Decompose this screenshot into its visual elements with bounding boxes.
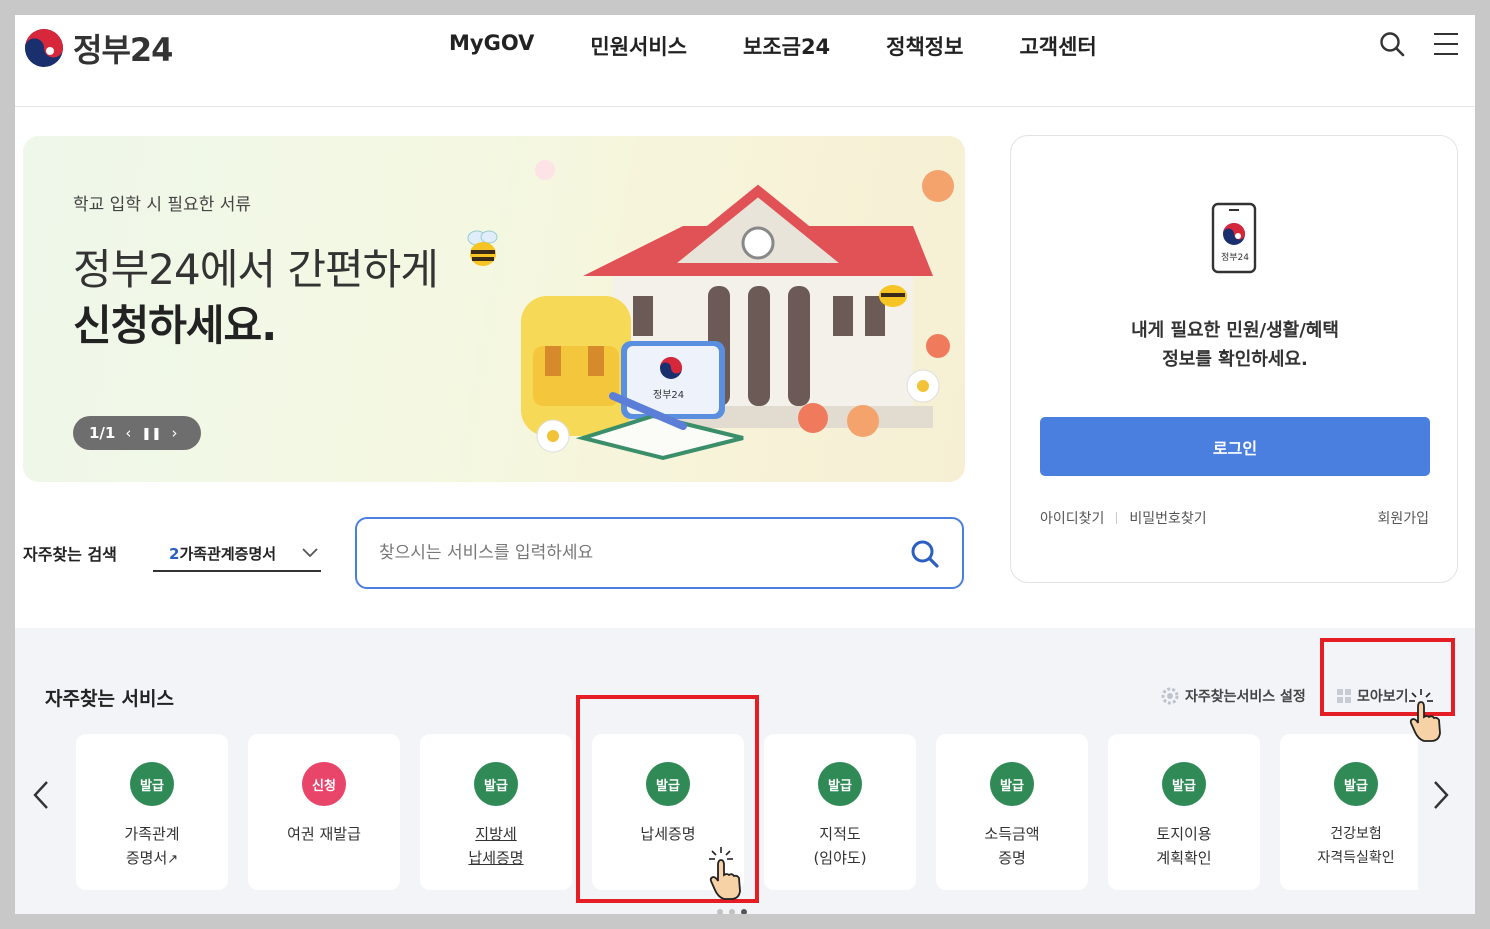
- main-banner[interactable]: 학교 입학 시 필요한 서류 정부24에서 간편하게 신청하세요. 1/1 ‹ …: [23, 136, 965, 482]
- pager-count: 1/1: [89, 424, 116, 442]
- pointer-hand-icon: [1409, 689, 1441, 742]
- card-label-line2: 자격득실확인: [1317, 850, 1395, 866]
- issue-badge: 발급: [130, 762, 174, 806]
- card-label: 지방세 납세증명: [420, 822, 572, 870]
- chevron-down-icon: [302, 548, 318, 558]
- pointer-hand-icon: [709, 847, 741, 900]
- find-password-link[interactable]: 비밀번호찾기: [1129, 508, 1206, 528]
- nav-policy-info[interactable]: 정책정보: [886, 31, 963, 61]
- hamburger-menu-icon[interactable]: [1434, 33, 1458, 55]
- view-all-button[interactable]: 모아보기: [1337, 686, 1409, 706]
- card-label: 가족관계 증명서↗: [76, 822, 228, 872]
- frequent-search-term: 가족관계증명서: [179, 544, 277, 563]
- login-message-line1: 내게 필요한 민원/생활/혜택: [1131, 320, 1339, 341]
- card-label-line2: (임야도): [813, 849, 867, 867]
- issue-badge: 발급: [646, 762, 690, 806]
- issue-badge: 발급: [990, 762, 1034, 806]
- banner-title: 정부24에서 간편하게: [73, 245, 439, 294]
- logo[interactable]: 정부24: [23, 25, 173, 71]
- nav-mygov[interactable]: MyGOV: [449, 31, 534, 61]
- banner-pager: 1/1 ‹ ❚❚ ›: [73, 416, 201, 450]
- search-submit-icon[interactable]: [910, 539, 940, 569]
- card-label: 납세증명: [592, 822, 744, 846]
- card-label-line1: 여권 재발급: [287, 825, 361, 843]
- main-nav: MyGOV 민원서비스 보조금24 정책정보 고객센터: [449, 31, 1153, 61]
- login-links: 아이디찾기 비밀번호찾기: [1040, 508, 1207, 528]
- page: 정부24 MyGOV 민원서비스 보조금24 정책정보 고객센터 학교 입학 시…: [15, 15, 1475, 914]
- link-divider: [1116, 512, 1118, 524]
- service-card-health-insurance[interactable]: 발급 건강보험 자격득실확인: [1280, 734, 1418, 890]
- frequent-search-value: 2가족관계증명서: [169, 543, 276, 564]
- service-card-cadastral-map[interactable]: 발급 지적도 (임야도): [764, 734, 916, 890]
- carousel-dot[interactable]: [717, 909, 723, 914]
- chevron-left-icon[interactable]: [31, 778, 53, 812]
- card-label-line1: 지방세: [475, 825, 517, 843]
- taegeuk-logo-icon: [25, 29, 63, 67]
- card-label-line1: 가족관계: [124, 825, 180, 843]
- prev-slide-icon[interactable]: ‹: [125, 424, 131, 442]
- school-illustration: 정부24: [521, 160, 954, 461]
- signup-link[interactable]: 회원가입: [1377, 508, 1429, 528]
- banner-subtitle: 학교 입학 시 필요한 서류: [73, 195, 252, 215]
- service-card-land-use[interactable]: 발급 토지이용 계획확인: [1108, 734, 1260, 890]
- login-button[interactable]: 로그인: [1040, 417, 1430, 476]
- grid-icon: [1337, 689, 1351, 703]
- carousel-dots: [717, 909, 747, 914]
- login-message: 내게 필요한 민원/생활/혜택 정보를 확인하세요.: [1011, 316, 1459, 374]
- card-label: 소득금액 증명: [936, 822, 1088, 870]
- card-label-line2: 계획확인: [1156, 849, 1212, 867]
- mobile-phone-icon: 정부24: [1211, 202, 1257, 274]
- gear-icon: [1161, 687, 1179, 705]
- carousel-dot-active[interactable]: [741, 909, 747, 914]
- chevron-right-icon[interactable]: [1429, 778, 1451, 812]
- service-card-local-tax[interactable]: 발급 지방세 납세증명: [420, 734, 572, 890]
- section-title: 자주찾는 서비스: [45, 688, 174, 710]
- card-label: 토지이용 계획확인: [1108, 822, 1260, 870]
- frequent-search-select[interactable]: 2가족관계증명서: [153, 536, 321, 572]
- external-link-icon: ↗: [167, 852, 179, 867]
- service-search-box: [355, 517, 964, 589]
- logo-text: 정부24: [73, 31, 173, 69]
- issue-badge: 발급: [818, 762, 862, 806]
- nav-customer-center[interactable]: 고객센터: [1019, 31, 1096, 61]
- card-label-line2: 증명: [998, 849, 1026, 867]
- search-icon[interactable]: [1379, 31, 1405, 57]
- card-label: 여권 재발급: [248, 822, 400, 846]
- card-label-line1: 납세증명: [640, 825, 696, 843]
- card-label-line1: 토지이용: [1156, 825, 1212, 843]
- frequent-search-rank: 2: [169, 544, 180, 563]
- tablet-logo-text: 정부24: [653, 389, 684, 401]
- service-card-income[interactable]: 발급 소득금액 증명: [936, 734, 1088, 890]
- issue-badge: 발급: [1334, 762, 1378, 806]
- nav-subsidy24[interactable]: 보조금24: [743, 31, 830, 61]
- login-message-line2: 정보를 확인하세요.: [1162, 349, 1308, 370]
- issue-badge: 발급: [474, 762, 518, 806]
- service-card-family-relation[interactable]: 발급 가족관계 증명서↗: [76, 734, 228, 890]
- card-label: 지적도 (임야도): [764, 822, 916, 870]
- service-settings-button[interactable]: 자주찾는서비스 설정: [1161, 686, 1306, 706]
- banner-title-bold: 신청하세요.: [73, 301, 277, 350]
- settings-label: 자주찾는서비스 설정: [1185, 689, 1306, 705]
- pause-icon[interactable]: ❚❚: [141, 426, 161, 440]
- card-label-line1: 건강보험: [1330, 826, 1382, 842]
- phone-logo-text: 정부24: [1221, 252, 1249, 263]
- view-all-label: 모아보기: [1357, 689, 1409, 705]
- frequent-search-label: 자주찾는 검색: [23, 545, 117, 564]
- find-id-link[interactable]: 아이디찾기: [1040, 508, 1104, 528]
- issue-badge: 발급: [1162, 762, 1206, 806]
- site-header: 정부24 MyGOV 민원서비스 보조금24 정책정보 고객센터: [15, 15, 1475, 107]
- card-label: 건강보험 자격득실확인: [1280, 822, 1432, 870]
- service-search-input[interactable]: [379, 537, 879, 569]
- service-cards: 발급 가족관계 증명서↗ 신청 여권 재발급 발급 지방세 납세증명 발급 납세…: [76, 734, 1418, 890]
- carousel-dot[interactable]: [729, 909, 735, 914]
- nav-civil-service[interactable]: 민원서비스: [590, 31, 687, 61]
- login-panel: 정부24 내게 필요한 민원/생활/혜택 정보를 확인하세요. 로그인 아이디찾…: [1010, 135, 1458, 583]
- apply-badge: 신청: [302, 762, 346, 806]
- card-label-line1: 소득금액: [984, 825, 1040, 843]
- card-label-line2: 납세증명: [468, 849, 524, 867]
- card-label-line1: 지적도: [819, 825, 861, 843]
- service-card-passport[interactable]: 신청 여권 재발급: [248, 734, 400, 890]
- next-slide-icon[interactable]: ›: [171, 424, 177, 442]
- card-label-line2: 증명서: [125, 849, 168, 867]
